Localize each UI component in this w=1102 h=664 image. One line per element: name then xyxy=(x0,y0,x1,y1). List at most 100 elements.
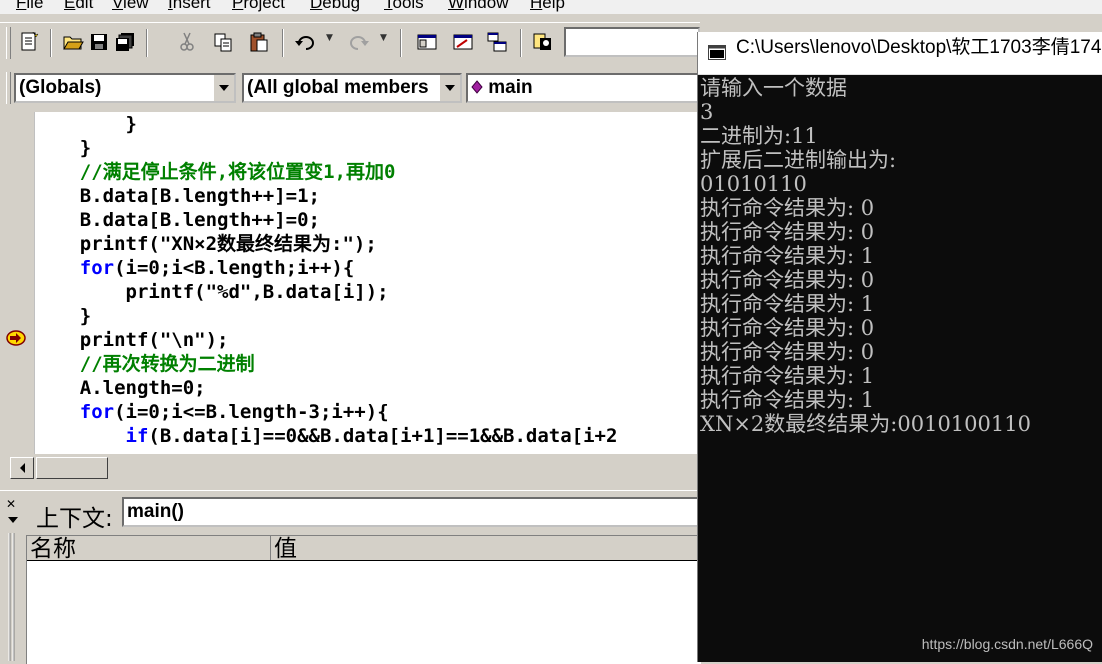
code-keyword: if xyxy=(125,425,149,447)
console-line: 扩展后二进制输出为: xyxy=(700,148,897,172)
editor-gutter[interactable] xyxy=(0,112,35,454)
console-title: C:\Users\lenovo\Desktop\软工1703李倩174 xyxy=(736,37,1102,58)
console-app-icon xyxy=(708,45,726,60)
menu-item-accel: V xyxy=(112,0,124,12)
find-input[interactable] xyxy=(564,27,700,57)
code-text: (B.data[i]==0&&B.data[i+1]==1&&B.data[i+… xyxy=(148,425,618,447)
toolbar-separator xyxy=(282,29,284,57)
code-line[interactable]: printf("XN×2数最终结果为:"); xyxy=(34,232,377,256)
undo-icon[interactable] xyxy=(292,29,318,55)
code-line[interactable]: A.length=0; xyxy=(34,376,206,400)
console-line: 执行命令结果为: 0 xyxy=(700,196,875,220)
menu-item[interactable]: Insert xyxy=(168,0,211,13)
redo-dropdown-icon[interactable]: ▼ xyxy=(380,33,387,43)
menu-item-label: indow xyxy=(464,0,509,12)
code-line[interactable]: } xyxy=(34,136,91,160)
column-header-name[interactable]: 名称 xyxy=(27,536,271,562)
menu-item-accel: F xyxy=(16,0,27,12)
copy-icon[interactable] xyxy=(210,29,236,55)
wizard-bar-grip[interactable] xyxy=(6,72,11,104)
close-icon[interactable]: ✕ xyxy=(6,497,16,511)
new-text-file-icon[interactable] xyxy=(16,29,42,55)
menu-item-label: dit xyxy=(75,0,94,12)
code-text: B.data[B.length++]=0; xyxy=(79,209,320,231)
paste-icon[interactable] xyxy=(246,29,272,55)
code-keyword: for xyxy=(79,401,115,423)
code-line[interactable]: } xyxy=(34,112,137,136)
console-line: XN×2数最终结果为:0010100110 xyxy=(700,412,1031,436)
menu-item[interactable]: Debug xyxy=(310,0,360,13)
menu-bar: File Edit View Insert Project Debug Tools Windo… xyxy=(0,0,1102,14)
column-header-value[interactable]: 值 xyxy=(271,536,701,562)
pane-grip-icon[interactable] xyxy=(6,513,20,663)
code-line[interactable]: if(B.data[i]==0&&B.data[i+1]==1&&B.data[… xyxy=(34,424,618,448)
members-combo[interactable]: (All global members xyxy=(242,73,462,103)
menu-item-label: ools xyxy=(392,0,424,12)
table-header: 名称 值 xyxy=(27,536,701,562)
code-line[interactable]: printf("%d",B.data[i]); xyxy=(34,280,389,304)
menu-item-label: roject xyxy=(243,0,285,12)
console-window[interactable]: C:\Users\lenovo\Desktop\软工1703李倩174 请输入一… xyxy=(697,32,1102,662)
window-list-icon[interactable] xyxy=(484,29,510,55)
output-icon[interactable] xyxy=(450,29,476,55)
context-combo[interactable]: main() xyxy=(122,497,700,527)
find-in-files-icon[interactable] xyxy=(530,29,556,55)
variables-table[interactable]: 名称 值 xyxy=(26,535,701,664)
toolbar-grip[interactable] xyxy=(6,27,11,59)
console-line: 执行命令结果为: 0 xyxy=(700,340,875,364)
menu-item[interactable]: Project xyxy=(232,0,285,13)
chevron-down-icon[interactable] xyxy=(439,75,460,101)
context-label: 上下文: xyxy=(36,506,113,532)
console-title-bar[interactable]: C:\Users\lenovo\Desktop\软工1703李倩174 xyxy=(698,32,1102,75)
scroll-thumb[interactable] xyxy=(36,457,108,479)
undo-dropdown-icon[interactable]: ▼ xyxy=(326,33,333,43)
code-line[interactable]: B.data[B.length++]=1; xyxy=(34,184,320,208)
save-all-icon[interactable] xyxy=(112,29,138,55)
code-editor[interactable]: } } //满足停止条件,将该位置变1,再加0 B.data[B.length+… xyxy=(0,112,700,454)
console-line: 执行命令结果为: 1 xyxy=(700,292,875,316)
menu-item[interactable]: Edit xyxy=(64,0,93,13)
menu-item-label: ebug xyxy=(322,0,361,12)
class-combo[interactable]: (Globals) xyxy=(14,73,236,103)
members-combo-value: (All global members xyxy=(247,77,429,98)
chevron-down-icon[interactable] xyxy=(213,75,234,101)
menu-item[interactable]: Help xyxy=(530,0,565,13)
code-text: } xyxy=(79,137,92,159)
menu-item[interactable]: View xyxy=(112,0,149,13)
code-text: (i=0;i<=B.length-3;i++){ xyxy=(114,401,389,423)
save-icon[interactable] xyxy=(86,29,112,55)
open-folder-icon[interactable] xyxy=(60,29,86,55)
scroll-left-icon[interactable] xyxy=(10,457,34,479)
code-area[interactable]: } } //满足停止条件,将该位置变1,再加0 B.data[B.length+… xyxy=(34,112,700,454)
horizontal-scrollbar[interactable] xyxy=(0,454,700,480)
cut-icon[interactable] xyxy=(174,29,200,55)
function-combo[interactable]: main xyxy=(466,73,700,103)
menu-item[interactable]: Tools xyxy=(384,0,424,13)
code-line[interactable]: printf("\n"); xyxy=(34,328,229,352)
console-line: 01010110 xyxy=(700,172,807,196)
code-line[interactable]: B.data[B.length++]=0; xyxy=(34,208,320,232)
code-line[interactable]: for(i=0;i<=B.length-3;i++){ xyxy=(34,400,389,424)
console-line: 3 xyxy=(700,100,714,124)
wizard-bar: (Globals) (All global members main xyxy=(0,66,700,110)
redo-icon[interactable] xyxy=(346,29,372,55)
console-line: 请输入一个数据 xyxy=(700,76,847,100)
code-text: printf("%d",B.data[i]); xyxy=(125,281,389,303)
menu-item-label: ile xyxy=(26,0,44,12)
menu-item[interactable]: File xyxy=(16,0,43,13)
code-line[interactable]: for(i=0;i<B.length;i++){ xyxy=(34,256,355,280)
code-line[interactable]: } xyxy=(34,304,91,328)
workspace-icon[interactable] xyxy=(414,29,440,55)
code-line[interactable]: //再次转换为二进制 xyxy=(34,352,255,376)
menu-item[interactable]: Window xyxy=(448,0,508,13)
menu-item-label: elp xyxy=(542,0,565,12)
code-line[interactable]: //满足停止条件,将该位置变1,再加0 xyxy=(34,160,396,184)
code-text: } xyxy=(79,305,92,327)
